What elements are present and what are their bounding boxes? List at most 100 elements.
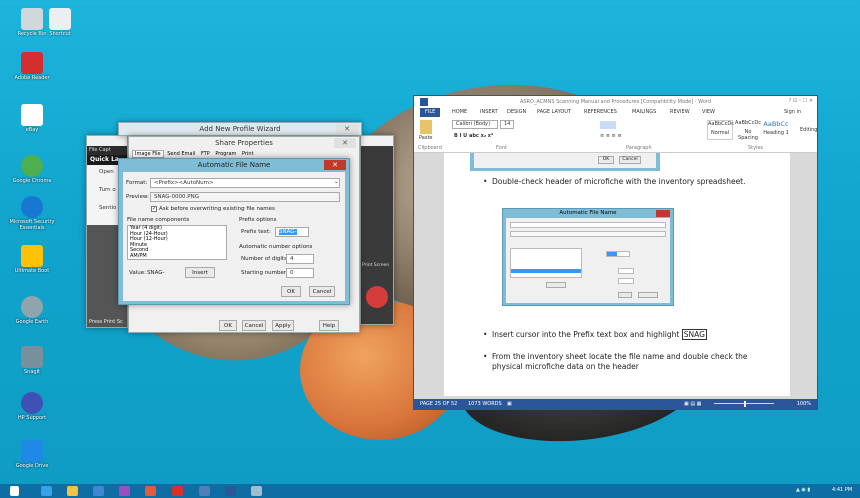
zoom-slider-handle[interactable] bbox=[744, 401, 746, 407]
view-buttons[interactable]: ▣ ▤ ▦ bbox=[684, 399, 701, 409]
media-icon[interactable] bbox=[93, 486, 104, 496]
capture-button[interactable] bbox=[366, 286, 388, 308]
desktop-icon-snagit[interactable]: SnagIt bbox=[2, 346, 62, 376]
page-count[interactable]: PAGE 25 OF 52 bbox=[420, 399, 457, 409]
desktop-icon-ultimate-boot[interactable]: Ultimate Boot bbox=[2, 245, 62, 275]
word-count[interactable]: 1073 WORDS bbox=[468, 399, 502, 409]
embedded-screenshot: OK Cancel bbox=[470, 153, 660, 171]
ask-checkbox[interactable]: ✓ bbox=[151, 206, 157, 212]
clipboard-icon bbox=[420, 120, 432, 134]
ok-button[interactable]: OK bbox=[219, 320, 237, 331]
tab-print[interactable]: Print bbox=[240, 151, 256, 157]
proofing-icon[interactable]: ▣ bbox=[507, 399, 512, 409]
sign-in-link[interactable]: Sign in bbox=[784, 109, 801, 115]
desktop-icon-google-earth[interactable]: Google Earth bbox=[2, 296, 62, 326]
help-button[interactable]: Help bbox=[319, 320, 339, 331]
close-icon[interactable]: ✕ bbox=[334, 138, 356, 148]
boot-icon bbox=[21, 245, 43, 267]
style-normal[interactable]: AaBbCcDc Normal bbox=[707, 120, 734, 140]
chevron-down-icon: ⌄ bbox=[334, 179, 339, 185]
starting-number-stepper[interactable]: 0 bbox=[286, 268, 314, 278]
background-app-right: Print Screen bbox=[360, 135, 394, 325]
word-icon[interactable] bbox=[225, 486, 236, 496]
paste-button[interactable]: Paste bbox=[419, 135, 433, 141]
tab-program[interactable]: Program bbox=[213, 151, 238, 157]
tab-file[interactable]: File bbox=[89, 147, 97, 153]
tab-page-layout[interactable]: PAGE LAYOUT bbox=[537, 109, 571, 115]
status-bar: PAGE 25 OF 52 1073 WORDS ▣ ▣ ▤ ▦ 100% bbox=[414, 399, 817, 409]
clock[interactable]: 4:41 PM bbox=[832, 487, 852, 493]
window-controls[interactable]: ? ⊡ – ☐ ✕ bbox=[789, 98, 813, 104]
tab-file[interactable]: FILE bbox=[420, 108, 441, 117]
automatic-file-name-dialog: Automatic File Name ✕ Format: <Prefix><A… bbox=[118, 158, 350, 305]
app-icon[interactable] bbox=[251, 486, 262, 496]
chrome-icon bbox=[21, 155, 43, 177]
ok-button[interactable]: OK bbox=[281, 286, 301, 297]
close-icon[interactable]: ✕ bbox=[336, 124, 358, 134]
tab-mailings[interactable]: MAILINGS bbox=[632, 109, 656, 115]
desktop-icon-adobe-reader[interactable]: Adobe Reader bbox=[2, 52, 62, 82]
tab-send-email[interactable]: Send Email bbox=[165, 151, 197, 157]
tab-image-file[interactable]: Image File bbox=[132, 150, 164, 158]
acrobat-icon[interactable] bbox=[172, 486, 183, 496]
list-item[interactable]: AM/PM bbox=[130, 253, 226, 260]
desktop-icon-shortcut[interactable]: Shortcut bbox=[30, 8, 90, 38]
google-earth-icon bbox=[21, 296, 43, 318]
paragraph-align-buttons[interactable]: ≡ ≡ ≡ ≡ bbox=[600, 133, 622, 139]
internet-explorer-icon[interactable] bbox=[41, 486, 52, 496]
cancel-button[interactable]: Cancel bbox=[309, 286, 335, 297]
bullet-text: Double-check header of microfiche with t… bbox=[483, 177, 762, 187]
embedded-afn-screenshot: Automatic File Name bbox=[502, 208, 674, 306]
format-select[interactable]: <Prefix><AutoNum> bbox=[150, 178, 340, 188]
tab-home[interactable]: HOME bbox=[452, 109, 467, 115]
desktop-icon-security[interactable]: Microsoft Security Essentials bbox=[2, 196, 62, 231]
digits-stepper[interactable]: 4 bbox=[286, 254, 314, 264]
font-size-select[interactable]: 14 bbox=[500, 120, 514, 129]
tab-capture[interactable]: Capt bbox=[99, 147, 111, 153]
desktop-icon-chrome[interactable]: Google Chrome bbox=[2, 155, 62, 185]
desktop-icon-google-drive[interactable]: Google Drive bbox=[2, 440, 62, 470]
document-page[interactable]: OK Cancel Double-check header of microfi… bbox=[444, 153, 790, 396]
security-icon bbox=[21, 196, 43, 218]
prefix-text-input[interactable]: SNAG- bbox=[275, 227, 309, 237]
bullets-button[interactable] bbox=[600, 121, 616, 129]
value-text: SNAG- bbox=[147, 270, 165, 276]
desktop-icon-ebay[interactable]: eBay bbox=[2, 104, 62, 134]
insert-button[interactable]: Insert bbox=[185, 267, 215, 278]
components-list[interactable]: Year (4 digit) Hour (24-Hour) Hour (12-H… bbox=[127, 225, 227, 260]
font-name-select[interactable]: Calibri (Body) bbox=[452, 120, 498, 129]
tab-insert[interactable]: INSERT bbox=[480, 109, 498, 115]
style-heading-1[interactable]: AaBbCc Heading 1 bbox=[763, 120, 789, 140]
tab-review[interactable]: REVIEW bbox=[670, 109, 690, 115]
dialog-title: Automatic File Name bbox=[197, 161, 271, 169]
style-no-spacing[interactable]: AaBbCcDc No Spacing bbox=[735, 120, 761, 141]
list-item[interactable]: Sentio bbox=[99, 205, 116, 211]
list-item[interactable]: Turn o bbox=[99, 187, 116, 193]
tab-ftp[interactable]: FTP bbox=[199, 151, 212, 157]
list-item[interactable]: Open bbox=[99, 169, 114, 175]
format-buttons[interactable]: B I U abc x₂ x² bbox=[454, 133, 493, 139]
desktop-icon-hp-support[interactable]: HP Support bbox=[2, 392, 62, 422]
print-screen-label: Print Screen bbox=[362, 263, 390, 268]
wizard-titlebar: Add New Profile Wizard ✕ bbox=[118, 122, 362, 136]
tray-icons[interactable]: ▲ ◉ ▮ bbox=[796, 487, 816, 495]
onenote-icon[interactable] bbox=[119, 486, 130, 496]
cancel-button[interactable]: Cancel bbox=[242, 320, 266, 331]
dialog-title: Share Properties bbox=[215, 139, 273, 147]
tab-references[interactable]: REFERENCES bbox=[584, 109, 617, 115]
google-drive-icon bbox=[21, 440, 43, 462]
tab-view[interactable]: VIEW bbox=[702, 109, 715, 115]
bullet-text: Insert cursor into the Prefix text box a… bbox=[483, 329, 762, 340]
file-explorer-icon[interactable] bbox=[67, 486, 78, 496]
snagit-icon[interactable] bbox=[199, 486, 210, 496]
tab-design[interactable]: DESIGN bbox=[507, 109, 526, 115]
apply-button[interactable]: Apply bbox=[272, 320, 294, 331]
zoom-level[interactable]: 100% bbox=[797, 399, 811, 409]
start-button-icon[interactable] bbox=[10, 486, 19, 496]
snagit-icon bbox=[21, 346, 43, 368]
editing-button[interactable]: Editing bbox=[800, 127, 817, 133]
close-icon[interactable]: ✕ bbox=[324, 160, 346, 170]
window-title: ASRO_ACMNS Scanning Manual and Procedure… bbox=[519, 99, 712, 105]
chrome-icon[interactable] bbox=[145, 486, 156, 496]
word-window: ASRO_ACMNS Scanning Manual and Procedure… bbox=[413, 95, 818, 410]
